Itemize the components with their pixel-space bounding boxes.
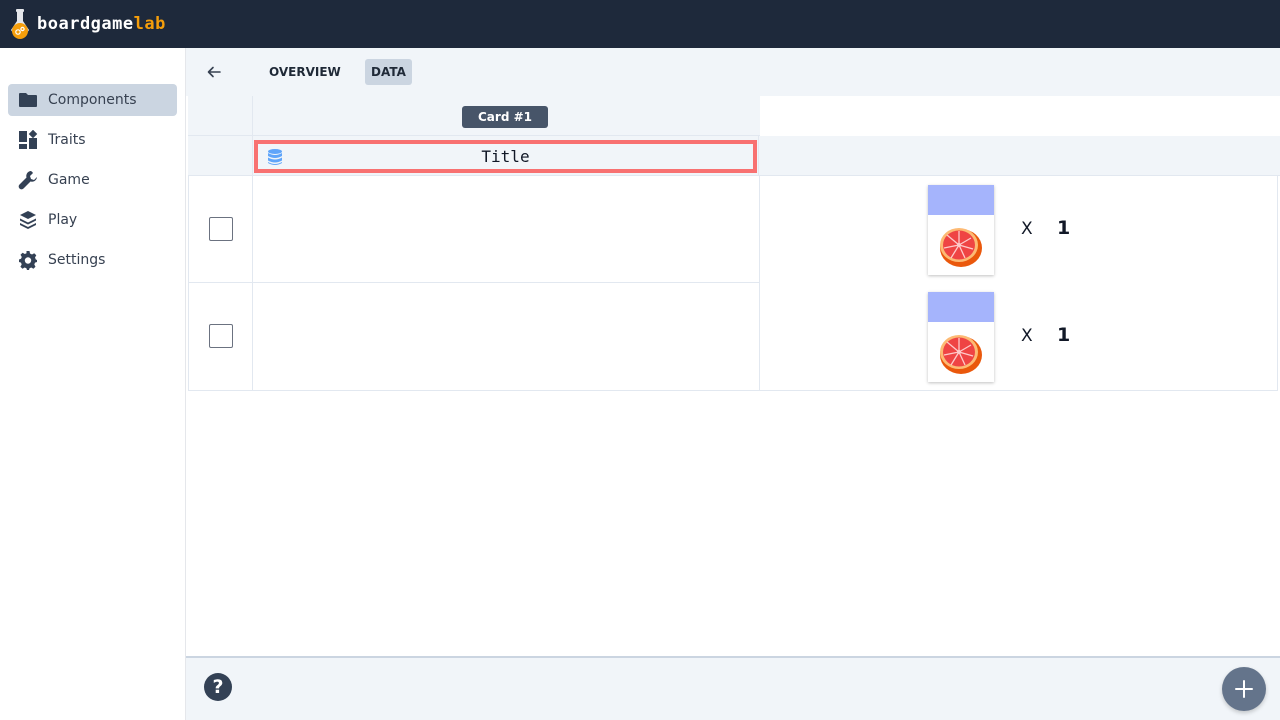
- gear-icon: [18, 250, 38, 270]
- card-preview-header: [928, 292, 994, 322]
- app-name-part2: lab: [133, 14, 166, 34]
- card-count[interactable]: 1: [1057, 217, 1070, 239]
- sidebar-item-label: Settings: [48, 252, 106, 268]
- flask-logo-icon: [11, 9, 29, 39]
- column-header-badge[interactable]: Card #1: [462, 106, 548, 128]
- sidebar-item-play[interactable]: Play: [8, 204, 177, 236]
- column-divider: [759, 176, 760, 391]
- add-button[interactable]: [1222, 667, 1266, 711]
- table-row: [189, 176, 759, 283]
- help-button[interactable]: ?: [204, 673, 232, 701]
- column-divider: [252, 96, 253, 136]
- main-content: OVERVIEW DATA Card #1 Title X 1 X 1 ?: [186, 48, 1280, 720]
- database-icon: [268, 149, 282, 165]
- top-bar: boardgamelab: [0, 0, 1280, 48]
- card-preview-header: [928, 185, 994, 215]
- table-row: [189, 283, 759, 390]
- sidebar-item-label: Traits: [48, 132, 86, 148]
- wrench-icon: [18, 170, 38, 190]
- app-name: boardgamelab: [37, 14, 166, 34]
- row-checkbox[interactable]: [209, 217, 233, 241]
- folder-icon: [18, 90, 38, 110]
- sidebar-item-label: Play: [48, 212, 78, 228]
- sidebar-nav: Components Traits Game Play Settings: [8, 84, 177, 284]
- back-button[interactable]: [204, 62, 224, 82]
- column-divider: [252, 136, 253, 176]
- arrow-left-icon: [207, 66, 221, 78]
- data-table-body: [188, 176, 1278, 391]
- tab-data[interactable]: DATA: [365, 59, 412, 85]
- card-count[interactable]: 1: [1057, 324, 1070, 346]
- card-preview[interactable]: [928, 185, 994, 275]
- sidebar: Components Traits Game Play Settings: [0, 48, 186, 720]
- footer-bar: ?: [186, 656, 1280, 720]
- tab-overview[interactable]: OVERVIEW: [263, 59, 347, 85]
- dashboard-icon: [18, 130, 38, 150]
- multiplier-label: X: [1021, 219, 1033, 239]
- column-divider: [252, 283, 253, 390]
- grapefruit-image: [940, 335, 982, 374]
- title-field-cell[interactable]: Title: [254, 140, 757, 173]
- row-checkbox[interactable]: [209, 324, 233, 348]
- plus-icon: [1235, 680, 1253, 698]
- column-divider: [252, 176, 253, 283]
- column-divider: [758, 136, 759, 176]
- sidebar-item-traits[interactable]: Traits: [8, 124, 177, 156]
- sidebar-item-settings[interactable]: Settings: [8, 244, 177, 276]
- sidebar-item-label: Components: [48, 92, 137, 108]
- app-logo[interactable]: boardgamelab: [8, 8, 166, 40]
- sidebar-item-game[interactable]: Game: [8, 164, 177, 196]
- title-field-label: Title: [481, 147, 530, 166]
- app-name-part1: boardgame: [37, 14, 134, 34]
- multiplier-label: X: [1021, 326, 1033, 346]
- grapefruit-image: [940, 228, 982, 267]
- layers-icon: [18, 210, 38, 230]
- sidebar-item-label: Game: [48, 172, 90, 188]
- tab-bar: OVERVIEW DATA: [186, 48, 1280, 96]
- sidebar-item-components[interactable]: Components: [8, 84, 177, 116]
- card-preview[interactable]: [928, 292, 994, 382]
